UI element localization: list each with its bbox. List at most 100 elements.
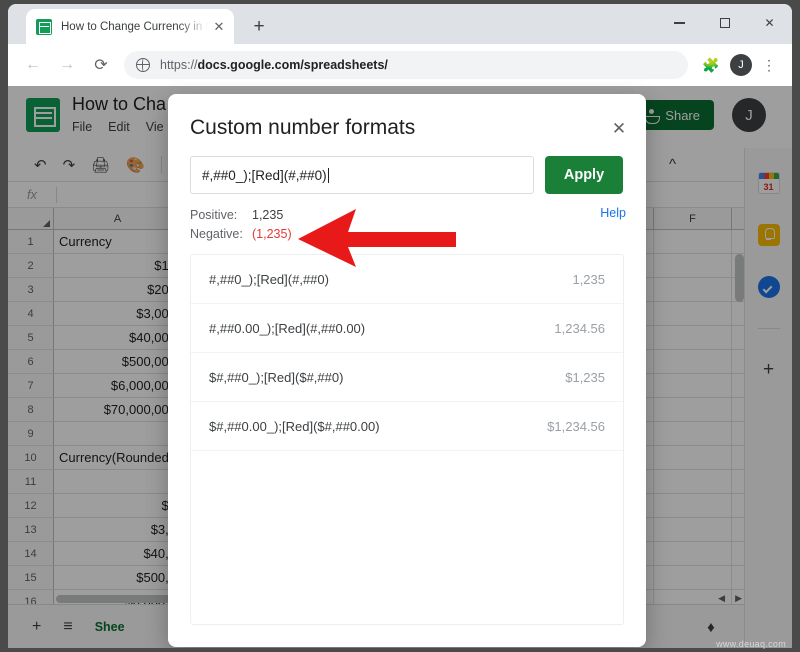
grid-cell[interactable]: $2 — [54, 494, 182, 517]
grid-cell[interactable] — [654, 230, 732, 253]
google-tasks-icon[interactable] — [757, 276, 780, 298]
format-pattern: $#,##0.00_);[Red]($#,##0.00) — [209, 418, 380, 434]
add-addon-icon[interactable]: + — [763, 359, 774, 381]
browser-menu-icon[interactable]: ⋮ — [756, 52, 782, 78]
grid-cell[interactable]: $3,000 — [54, 302, 182, 325]
grid-cell[interactable] — [54, 422, 182, 445]
new-tab-button[interactable]: + — [246, 14, 272, 40]
watermark: www.deuaq.com — [716, 639, 786, 649]
apply-button[interactable]: Apply — [545, 156, 623, 194]
menu-view[interactable]: Vie — [146, 120, 164, 134]
grid-cell[interactable]: $200 — [54, 278, 182, 301]
menu-edit[interactable]: Edit — [108, 120, 130, 134]
menu-file[interactable]: File — [72, 120, 92, 134]
extensions-icon[interactable]: 🧩 — [698, 52, 724, 78]
sheet-tab-sheet1[interactable]: Shee — [95, 620, 125, 634]
collapse-toolbar-icon[interactable]: ^ — [669, 156, 676, 173]
google-calendar-icon[interactable]: 31 — [757, 172, 780, 194]
tab-strip: How to Change Currency in Goog ✕ + ✕ — [8, 4, 792, 44]
add-sheet-icon[interactable]: + — [32, 618, 41, 636]
undo-icon[interactable]: ↶ — [34, 156, 47, 174]
row-header[interactable]: 9 — [8, 422, 54, 445]
column-header-a[interactable]: A — [54, 208, 182, 229]
dialog-title: Custom number formats — [190, 116, 416, 139]
close-dialog-icon[interactable]: ✕ — [606, 116, 632, 142]
grid-cell[interactable]: $40,000 — [54, 326, 182, 349]
help-link[interactable]: Help — [600, 206, 626, 220]
format-pattern-input[interactable]: #,##0_);[Red](#,##0) — [190, 156, 534, 194]
print-icon[interactable]: 🖨 — [91, 156, 110, 174]
browser-tab[interactable]: How to Change Currency in Goog ✕ — [26, 9, 234, 44]
minimize-button[interactable] — [657, 4, 702, 42]
row-header[interactable]: 14 — [8, 542, 54, 565]
grid-cell[interactable] — [654, 398, 732, 421]
row-header[interactable]: 2 — [8, 254, 54, 277]
row-header[interactable]: 15 — [8, 566, 54, 589]
grid-cell[interactable] — [654, 374, 732, 397]
grid-cell[interactable] — [654, 542, 732, 565]
grid-cell[interactable] — [654, 350, 732, 373]
grid-cell[interactable]: $3,0 — [54, 518, 182, 541]
select-all-corner[interactable] — [8, 208, 54, 229]
toolbar-divider — [160, 155, 162, 174]
grid-cell[interactable] — [654, 326, 732, 349]
grid-cell[interactable] — [654, 422, 732, 445]
scroll-arrows[interactable]: ◀ ▶ — [718, 593, 742, 604]
preview-positive-value: 1,235 — [252, 208, 284, 222]
reload-button[interactable]: ⟳ — [86, 50, 116, 80]
google-sheets-logo-icon — [26, 98, 60, 132]
row-header[interactable]: 6 — [8, 350, 54, 373]
close-tab-icon[interactable]: ✕ — [210, 18, 228, 36]
grid-cell[interactable]: Currency(Rounded — [54, 446, 182, 469]
row-header[interactable]: 13 — [8, 518, 54, 541]
back-button[interactable]: ← — [18, 50, 48, 80]
grid-cell[interactable]: $500,0 — [54, 566, 182, 589]
row-header[interactable]: 8 — [8, 398, 54, 421]
google-keep-icon[interactable] — [757, 224, 780, 246]
row-header[interactable]: 3 — [8, 278, 54, 301]
grid-cell[interactable]: $10 — [54, 254, 182, 277]
redo-icon[interactable]: ↷ — [63, 156, 76, 174]
grid-cell[interactable] — [654, 446, 732, 469]
paint-format-icon[interactable]: 🎨 — [126, 156, 145, 174]
window-controls: ✕ — [657, 4, 792, 42]
vertical-scrollbar[interactable] — [735, 254, 744, 302]
grid-cell[interactable] — [654, 302, 732, 325]
row-header[interactable]: 12 — [8, 494, 54, 517]
row-header[interactable]: 1 — [8, 230, 54, 253]
grid-cell[interactable] — [654, 470, 732, 493]
explore-icon[interactable]: ♦ — [698, 614, 724, 640]
address-bar[interactable]: https://docs.google.com/spreadsheets/ — [124, 51, 688, 79]
document-title[interactable]: How to Cha — [72, 94, 166, 115]
format-suggestion-list: #,##0_);[Red](#,##0) 1,235 #,##0.00_);[Red… — [190, 254, 624, 625]
grid-cell[interactable]: Currency — [54, 230, 182, 253]
all-sheets-icon[interactable]: ≡ — [63, 618, 72, 636]
row-header[interactable]: 5 — [8, 326, 54, 349]
format-list-item[interactable]: $#,##0.00_);[Red]($#,##0.00) $1,234.56 — [191, 402, 623, 451]
forward-button[interactable]: → — [52, 50, 82, 80]
format-list-item[interactable]: #,##0.00_);[Red](#,##0.00) 1,234.56 — [191, 304, 623, 353]
grid-cell[interactable] — [654, 518, 732, 541]
row-header[interactable]: 10 — [8, 446, 54, 469]
format-sample: $1,235 — [565, 369, 605, 385]
row-header[interactable]: 11 — [8, 470, 54, 493]
column-header-f[interactable]: F — [654, 208, 732, 229]
row-header[interactable]: 7 — [8, 374, 54, 397]
format-list-item[interactable]: $#,##0_);[Red]($#,##0) $1,235 — [191, 353, 623, 402]
custom-number-formats-dialog: Custom number formats ✕ #,##0_);[Red](#,… — [168, 94, 646, 647]
row-header[interactable]: 4 — [8, 302, 54, 325]
grid-cell[interactable]: $6,000,000 — [54, 374, 182, 397]
grid-cell[interactable] — [654, 278, 732, 301]
grid-cell[interactable] — [654, 254, 732, 277]
grid-cell[interactable]: $500,000 — [54, 350, 182, 373]
grid-cell[interactable] — [654, 566, 732, 589]
grid-cell[interactable]: $70,000,000 — [54, 398, 182, 421]
grid-cell[interactable]: $40,0 — [54, 542, 182, 565]
close-window-button[interactable]: ✕ — [747, 4, 792, 42]
maximize-button[interactable] — [702, 4, 747, 42]
account-avatar[interactable]: J — [732, 98, 766, 132]
profile-avatar[interactable]: J — [730, 54, 752, 76]
grid-cell[interactable] — [654, 494, 732, 517]
fx-icon: fx — [26, 187, 38, 202]
grid-cell[interactable]: $ — [54, 470, 182, 493]
